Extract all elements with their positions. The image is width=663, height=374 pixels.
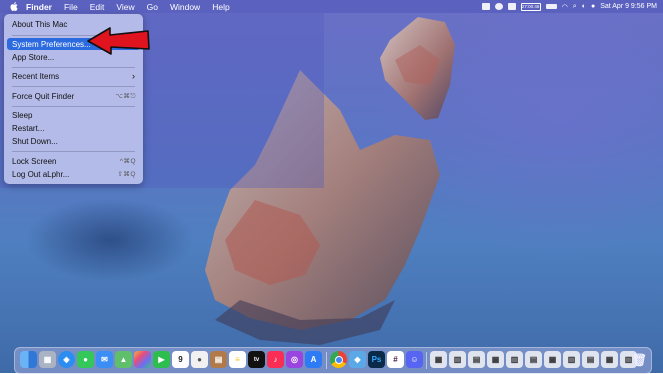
facetime-icon[interactable]: ▶ (153, 351, 170, 368)
window-thumbnail-icon[interactable]: ▤ (582, 351, 599, 368)
menu-bar: Finder File Edit View Go Window Help 27:… (0, 0, 663, 13)
window-thumbnail-icon[interactable]: ▦ (544, 351, 561, 368)
menu-view[interactable]: View (110, 2, 140, 12)
window-thumbnail-icon[interactable]: ▤ (525, 351, 542, 368)
menu-window[interactable]: Window (164, 2, 206, 12)
menu-edit[interactable]: Edit (84, 2, 111, 12)
status-app-icon[interactable] (481, 3, 490, 10)
battery-time-label[interactable]: 27:00:46 (520, 2, 541, 11)
shortcut-label: ^⌘Q (119, 158, 136, 165)
safari-icon[interactable]: ◈ (58, 351, 75, 368)
window-thumbnail-icon[interactable]: ▦ (601, 351, 618, 368)
menu-item-label: Sleep (12, 110, 33, 120)
finder-icon[interactable] (20, 351, 37, 368)
contacts-icon[interactable]: ● (191, 351, 208, 368)
menu-separator (12, 67, 135, 68)
mail-icon[interactable]: ✉ (96, 351, 113, 368)
music-icon[interactable]: ♪ (267, 351, 284, 368)
window-thumbnail-icon[interactable]: ▥ (563, 351, 580, 368)
menu-file[interactable]: File (58, 2, 84, 12)
notes-app-icon[interactable]: ▤ (210, 351, 227, 368)
search-icon[interactable]: ⌕ (573, 3, 577, 11)
menu-item-sleep[interactable]: Sleep (7, 109, 140, 121)
control-center-icon[interactable]: ◐ (582, 3, 586, 10)
menu-item-shut-down[interactable]: Shut Down... (7, 135, 140, 147)
window-thumbnail-icon[interactable]: ▥ (449, 351, 466, 368)
menu-item-label: System Preferences... (12, 39, 91, 49)
menu-item-lock-screen[interactable]: Lock Screen ^⌘Q (7, 155, 140, 167)
window-thumbnail-icon[interactable]: ▥ (506, 351, 523, 368)
photoshop-label: Ps (371, 355, 382, 364)
menu-go[interactable]: Go (141, 2, 164, 12)
apple-tv-icon[interactable]: tv (248, 351, 265, 368)
menu-finder[interactable]: Finder (20, 2, 58, 12)
apple-tv-label: tv (253, 356, 260, 363)
menu-help[interactable]: Help (206, 2, 235, 12)
calendar-icon[interactable]: 9 (172, 351, 189, 368)
shortcut-label: ⇧⌘Q (117, 171, 136, 178)
discord-icon[interactable]: ☺ (406, 351, 423, 368)
trash-icon[interactable]: 🗑 (631, 351, 648, 368)
dock: ▦ ◈ ● ✉ ▲ ▶ 9 ● ▤ ≡ tv ♪ ◎ A ◆ Ps # ☺ ▦ … (14, 347, 652, 374)
chrome-icon[interactable] (330, 351, 347, 368)
dock-separator (426, 352, 427, 369)
chevron-right-icon: › (132, 71, 135, 81)
reminders-icon[interactable]: ≡ (229, 351, 246, 368)
podcasts-icon[interactable]: ◎ (286, 351, 303, 368)
menu-item-restart[interactable]: Restart... (7, 122, 140, 134)
menubar-clock[interactable]: Sat Apr 9 9:56 PM (600, 3, 657, 10)
red-arrow-annotation (87, 27, 150, 55)
menu-item-recent-items[interactable]: Recent Items › (7, 70, 140, 82)
messages-icon[interactable]: ● (77, 351, 94, 368)
window-thumbnail-icon[interactable]: ▦ (430, 351, 447, 368)
menu-item-log-out[interactable]: Log Out aLphr... ⇧⌘Q (7, 168, 140, 180)
wifi-icon[interactable]: ◠ (562, 3, 568, 11)
menu-item-label: Log Out aLphr... (12, 169, 70, 179)
menu-separator (12, 86, 135, 87)
slack-icon[interactable]: # (387, 351, 404, 368)
menu-separator (12, 151, 135, 152)
menu-item-label: Recent Items (12, 71, 60, 81)
status-app-icon-3[interactable] (507, 3, 516, 10)
window-thumbnail-icon[interactable]: ▦ (487, 351, 504, 368)
photoshop-icon[interactable]: Ps (368, 351, 385, 368)
maps-icon[interactable]: ▲ (115, 351, 132, 368)
menu-item-label: Restart... (12, 123, 45, 133)
menu-item-label: Force Quit Finder (12, 91, 75, 101)
window-thumbnail-icon[interactable]: ▤ (468, 351, 485, 368)
shortcut-label: ⌥⌘⎋ (115, 92, 136, 100)
menu-item-label: Shut Down... (12, 136, 58, 146)
menu-item-label: App Store... (12, 52, 55, 62)
menu-item-force-quit[interactable]: Force Quit Finder ⌥⌘⎋ (7, 90, 140, 102)
calendar-day: 9 (178, 355, 183, 364)
app-store-icon[interactable]: A (305, 351, 322, 368)
chrome-center (334, 355, 343, 364)
apple-menu-icon[interactable] (8, 1, 20, 13)
battery-icon[interactable] (545, 4, 557, 9)
dock-separator (326, 352, 327, 369)
menu-item-label: Lock Screen (12, 156, 57, 166)
launchpad-icon[interactable]: ▦ (39, 351, 56, 368)
drive-icon[interactable]: ◆ (349, 351, 366, 368)
siri-icon[interactable]: ● (591, 3, 595, 10)
status-app-icon-2[interactable] (494, 3, 503, 10)
menu-separator (12, 106, 135, 107)
menu-item-label: About This Mac (12, 19, 68, 29)
photos-icon[interactable] (134, 351, 151, 368)
